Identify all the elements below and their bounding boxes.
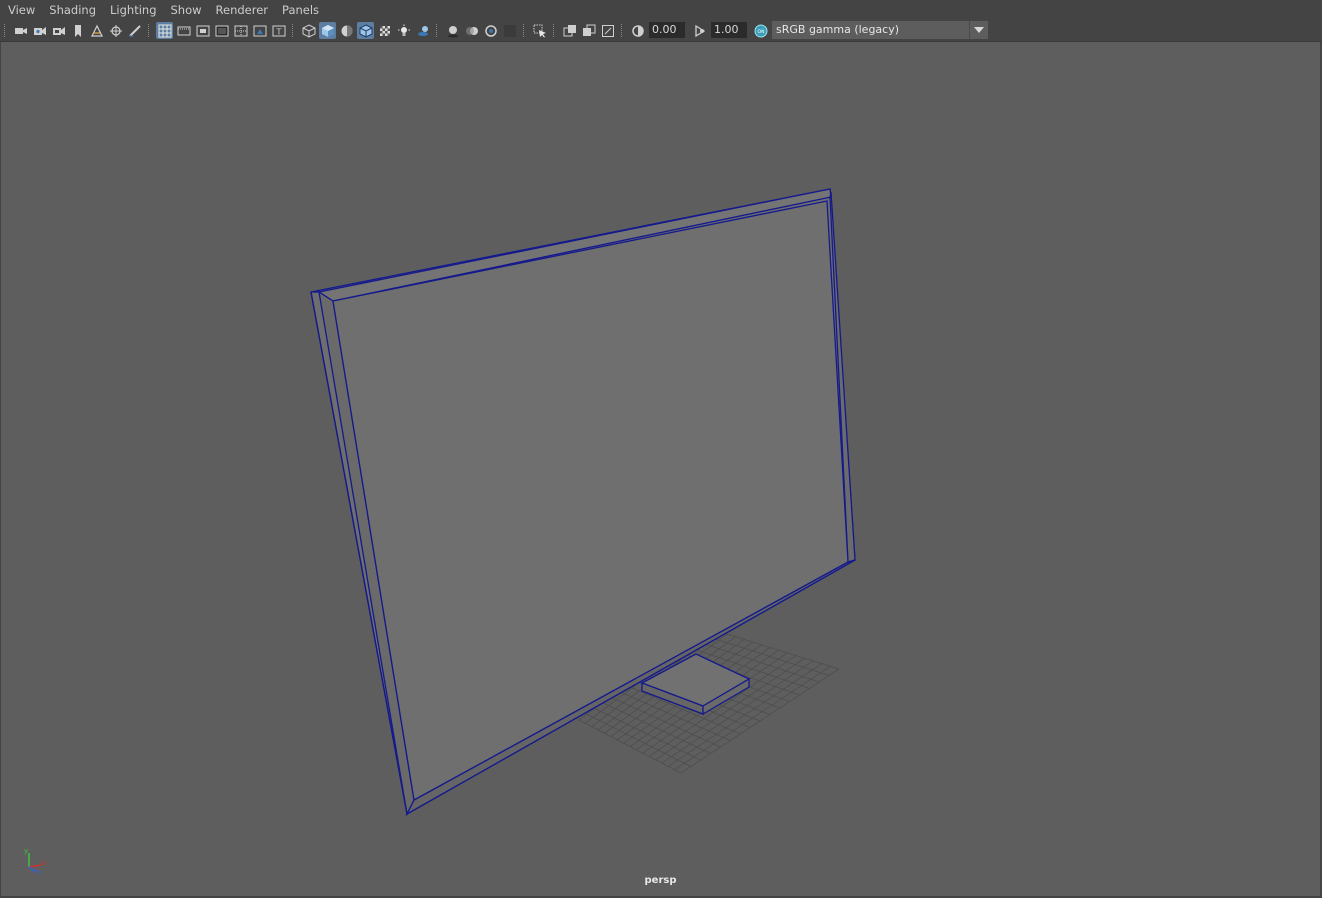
image-plane-icon[interactable] (88, 22, 105, 39)
camera-lock-icon[interactable] (50, 22, 67, 39)
toolbar-separator (148, 24, 151, 37)
safe-title-icon[interactable]: T (270, 22, 287, 39)
gate-mask-icon[interactable] (213, 22, 230, 39)
panel-toolbar: T 0.00 1.00 ON (0, 20, 1322, 42)
xray-components-icon[interactable] (599, 22, 616, 39)
grid-icon[interactable] (156, 22, 173, 39)
monitor-screen-mesh[interactable] (310, 188, 856, 817)
wireframe-on-shaded-icon[interactable] (357, 22, 374, 39)
exposure-icon[interactable] (629, 22, 646, 39)
toolbar-separator (621, 24, 624, 37)
toolbar-separator (4, 24, 7, 37)
depth-of-field-icon[interactable] (501, 22, 518, 39)
camera-name-label: persp (644, 875, 677, 886)
color-space-select[interactable]: sRGB gamma (legacy) (772, 21, 988, 39)
svg-text:ON: ON (757, 29, 764, 35)
z-axis-line (28, 866, 37, 873)
field-chart-icon[interactable] (232, 22, 249, 39)
gamma-icon[interactable] (691, 22, 708, 39)
x-axis-line (28, 864, 42, 868)
toolbar-separator (436, 24, 439, 37)
textured-icon[interactable] (376, 22, 393, 39)
x-axis-label: x (42, 859, 46, 867)
xray-icon[interactable] (561, 22, 578, 39)
default-material-icon[interactable] (338, 22, 355, 39)
two-d-pan-zoom-icon[interactable] (107, 22, 124, 39)
toolbar-separator (553, 24, 556, 37)
chevron-down-icon[interactable] (969, 21, 988, 39)
multisample-aa-icon[interactable] (482, 22, 499, 39)
panel-menubar: View Shading Lighting Show Renderer Pane… (0, 0, 1322, 20)
y-axis-label: y (24, 847, 28, 855)
screen-space-ao-icon[interactable] (444, 22, 461, 39)
resolution-gate-icon[interactable] (194, 22, 211, 39)
bookmarks-icon[interactable] (69, 22, 86, 39)
menu-show[interactable]: Show (164, 0, 209, 20)
menu-renderer[interactable]: Renderer (209, 0, 276, 20)
gamma-field[interactable]: 1.00 (711, 22, 747, 38)
grease-pencil-icon[interactable] (126, 22, 143, 39)
xray-joints-icon[interactable] (580, 22, 597, 39)
scene-view[interactable] (1, 42, 1320, 896)
wireframe-icon[interactable] (300, 22, 317, 39)
exposure-field[interactable]: 0.00 (649, 22, 685, 38)
color-space-value: sRGB gamma (legacy) (776, 23, 900, 36)
film-gate-icon[interactable] (175, 22, 192, 39)
menu-lighting[interactable]: Lighting (103, 0, 163, 20)
viewport-persp[interactable]: persp y x z (1, 42, 1320, 896)
smooth-shade-icon[interactable] (319, 22, 336, 39)
use-all-lights-icon[interactable] (395, 22, 412, 39)
menu-shading[interactable]: Shading (42, 0, 103, 20)
menu-panels[interactable]: Panels (275, 0, 326, 20)
axis-gizmo: y x z (24, 847, 46, 875)
select-camera-icon[interactable] (12, 22, 29, 39)
isolate-select-icon[interactable] (531, 22, 548, 39)
color-management-icon[interactable]: ON (752, 22, 769, 39)
menu-view[interactable]: View (0, 0, 42, 20)
safe-action-icon[interactable] (251, 22, 268, 39)
motion-blur-icon[interactable] (463, 22, 480, 39)
toolbar-separator (292, 24, 295, 37)
toolbar-separator (523, 24, 526, 37)
camera-attributes-icon[interactable] (31, 22, 48, 39)
shadows-icon[interactable] (414, 22, 431, 39)
z-axis-label: z (37, 868, 41, 875)
svg-text:T: T (275, 27, 281, 36)
